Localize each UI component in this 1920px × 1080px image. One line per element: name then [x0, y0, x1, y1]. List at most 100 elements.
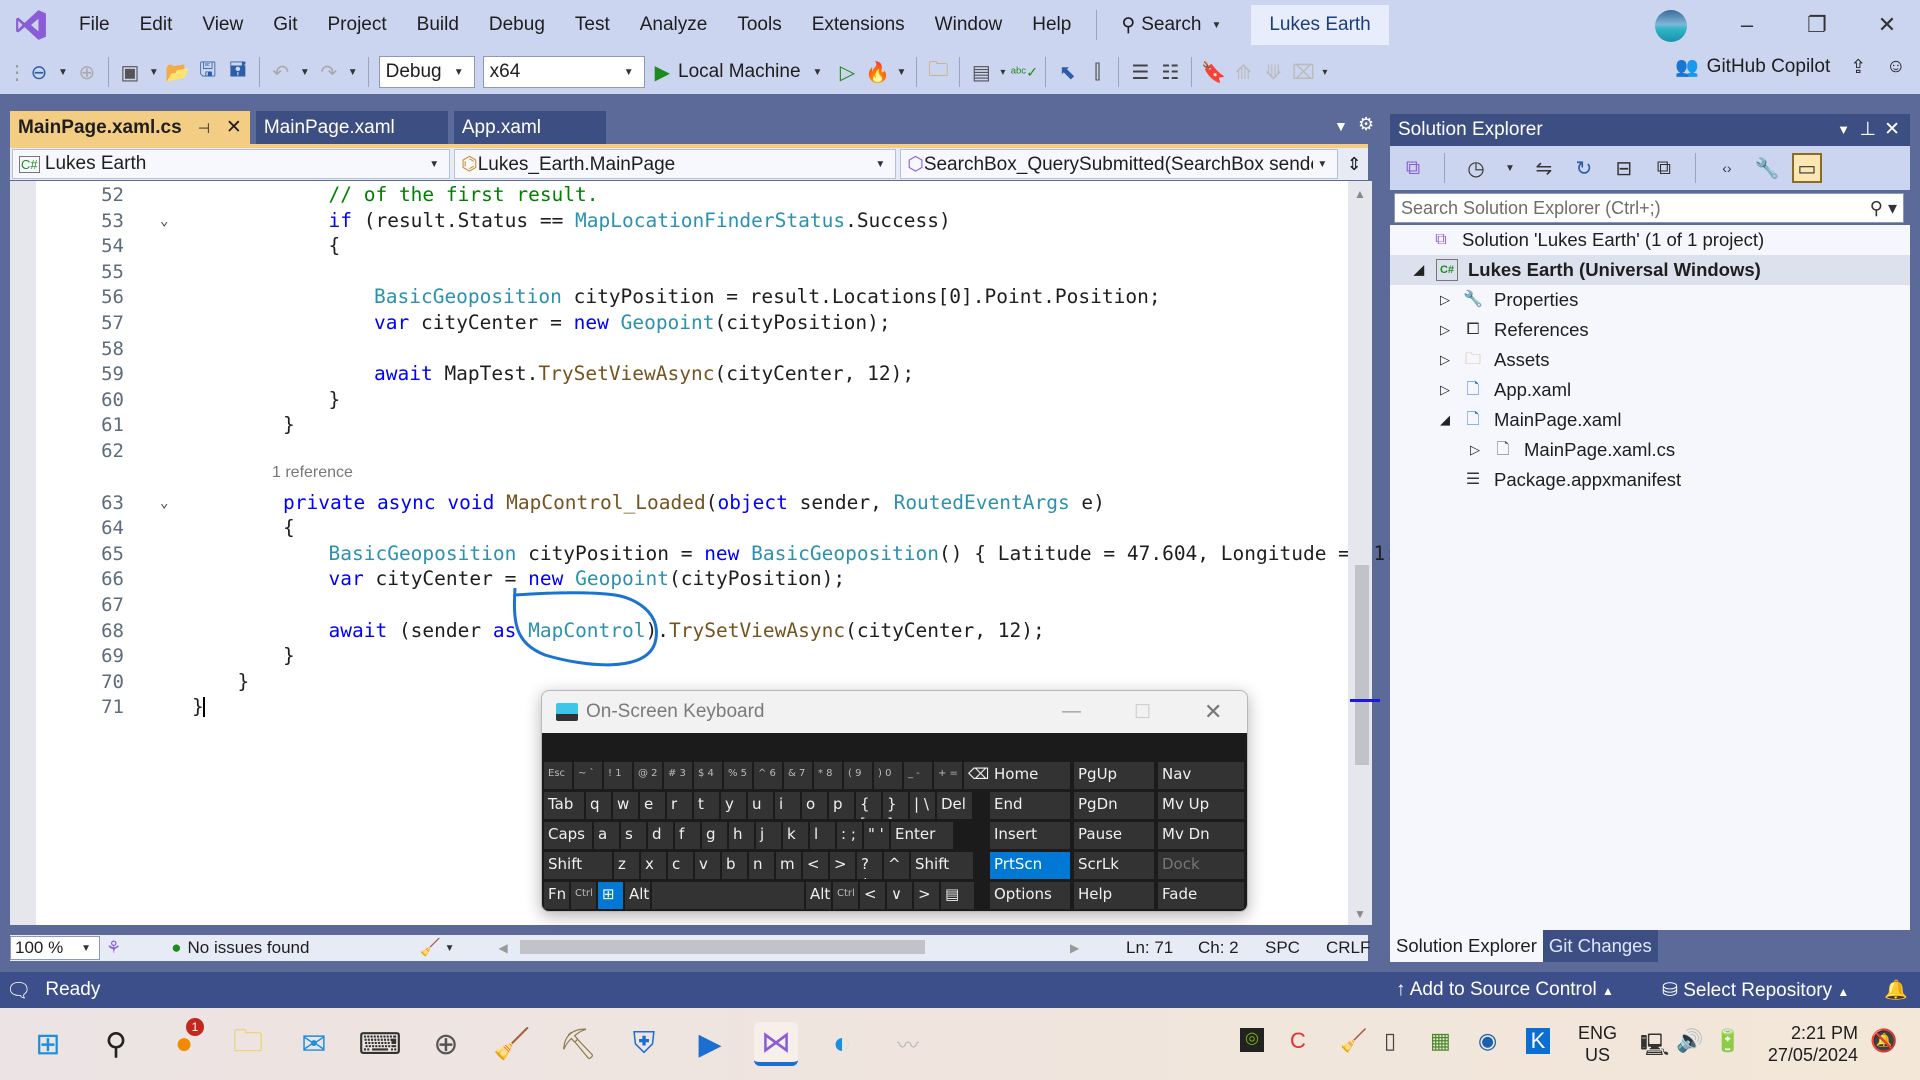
configuration-dropdown[interactable]: Debug ▼: [378, 56, 475, 88]
expander-icon[interactable]: ▷: [1438, 285, 1452, 315]
key[interactable]: j: [756, 822, 781, 849]
split-editor-icon[interactable]: ⇕: [1342, 154, 1366, 175]
battery-icon[interactable]: 🔋: [1714, 1028, 1741, 1054]
find-in-files-icon[interactable]: 🗀: [923, 57, 953, 87]
chevron-down-icon[interactable]: ▾: [1322, 67, 1327, 78]
scroll-right-icon[interactable]: ▶: [1070, 941, 1079, 955]
menu-build[interactable]: Build: [402, 0, 474, 50]
code-line[interactable]: 62: [10, 438, 1346, 464]
select-element-icon[interactable]: ⬉: [1052, 57, 1082, 87]
tab-list-dropdown-icon[interactable]: ▼: [1334, 118, 1348, 134]
visual-studio-taskbar-icon[interactable]: ⋈: [754, 1022, 798, 1066]
horizontal-scroll-thumb[interactable]: [520, 940, 925, 954]
save-icon[interactable]: 🖫: [193, 57, 223, 87]
bookmark-icon[interactable]: 🔖: [1198, 57, 1228, 87]
view-code-icon[interactable]: ‹›: [1712, 153, 1742, 183]
code-line[interactable]: 58: [10, 336, 1346, 362]
gear-icon[interactable]: ⚙: [1358, 114, 1374, 135]
osk-maximize-button[interactable]: ☐: [1134, 701, 1151, 724]
key[interactable]: # 3: [664, 762, 692, 789]
expander-icon[interactable]: ▷: [1438, 345, 1452, 375]
key[interactable]: y: [721, 792, 746, 819]
redo-icon[interactable]: ↷: [314, 57, 344, 87]
usb-icon[interactable]: ▯: [1384, 1028, 1396, 1054]
zoom-dropdown[interactable]: 100 % ▼: [10, 936, 100, 960]
key[interactable]: a: [594, 822, 619, 849]
chevron-down-icon[interactable]: ▾: [1000, 67, 1005, 78]
menu-project[interactable]: Project: [313, 0, 402, 50]
audio-app-icon[interactable]: 〰: [886, 1022, 930, 1066]
issues-status[interactable]: No issues found: [188, 938, 310, 958]
codelens-references[interactable]: 1 reference: [272, 464, 353, 482]
window-position-icon[interactable]: ▼: [1837, 114, 1850, 146]
collapse-all-icon[interactable]: ⊟: [1609, 153, 1639, 183]
magnifier-icon[interactable]: ⊕: [424, 1022, 468, 1066]
key[interactable]: ) 0: [874, 762, 902, 789]
tree-item[interactable]: ☰ Package.appxmanifest: [1438, 465, 1681, 495]
key[interactable]: ⊞: [598, 882, 623, 909]
key[interactable]: e: [640, 792, 665, 819]
menu-git[interactable]: Git: [258, 0, 312, 50]
chevron-down-icon[interactable]: ▼: [445, 943, 455, 954]
spell-check-icon[interactable]: ᵃᵇᶜ✓: [1009, 57, 1039, 87]
key[interactable]: < ,: [803, 852, 828, 879]
edge-browser-icon[interactable]: ◐: [820, 1022, 864, 1066]
osk-minimize-button[interactable]: —: [1062, 701, 1081, 723]
chevron-down-icon[interactable]: ▼: [348, 67, 358, 78]
code-line[interactable]: 59 await MapTest.TrySetViewAsync(cityCent…: [10, 361, 1346, 387]
tab-git-changes[interactable]: Git Changes: [1542, 930, 1658, 962]
key[interactable]: Shift: [911, 852, 973, 879]
key[interactable]: $ 4: [694, 762, 722, 789]
nav-key[interactable]: End: [990, 792, 1070, 819]
outdent-icon[interactable]: ☷: [1155, 57, 1185, 87]
key[interactable]: i: [775, 792, 800, 819]
tab-app-xaml[interactable]: App.xaml: [453, 111, 606, 145]
vertical-scrollbar[interactable]: ▲ ▼: [1348, 181, 1372, 925]
browser-link-icon[interactable]: ▤: [966, 57, 996, 87]
key[interactable]: Caps: [544, 822, 592, 849]
tree-item[interactable]: ▷ 🗀 Assets: [1438, 345, 1550, 375]
key[interactable]: r: [667, 792, 692, 819]
tab-solution-explorer[interactable]: Solution Explorer: [1390, 930, 1543, 962]
properties-wrench-icon[interactable]: 🔧: [1752, 153, 1782, 183]
search-icon[interactable]: ⚲: [94, 1022, 138, 1066]
key[interactable]: d: [648, 822, 673, 849]
key[interactable]: >: [914, 882, 939, 909]
notifications-bell-icon[interactable]: 🔔: [1884, 978, 1908, 1002]
indent-icon[interactable]: ☰: [1125, 57, 1155, 87]
key[interactable]: | \: [910, 792, 935, 819]
show-all-files-icon[interactable]: ⧉: [1649, 153, 1679, 183]
member-dropdown[interactable]: ⬡SearchBox_QuerySubmitted(SearchBox send…: [900, 149, 1339, 179]
select-repository-button[interactable]: ⛁ Select Repository ▲: [1662, 979, 1849, 1002]
pin-icon[interactable]: ⊥: [1859, 114, 1876, 146]
key[interactable]: m: [776, 852, 801, 879]
new-project-icon[interactable]: ▣: [115, 57, 145, 87]
add-to-source-control-button[interactable]: ↑ Add to Source Control ▲: [1396, 979, 1614, 1001]
menu-file[interactable]: File: [64, 0, 125, 50]
fold-chevron-icon[interactable]: ⌄: [160, 490, 168, 516]
preview-selected-items-icon[interactable]: ▭: [1791, 153, 1822, 183]
pin-icon[interactable]: ⊣: [198, 111, 210, 145]
key[interactable]: u: [748, 792, 773, 819]
k-app-icon[interactable]: K: [1526, 1028, 1550, 1054]
close-tab-icon[interactable]: ✕: [226, 111, 242, 145]
key[interactable]: & 7: [784, 762, 812, 789]
clock[interactable]: 2:21 PM 27/05/2024: [1760, 1022, 1858, 1066]
ccleaner-icon[interactable]: C: [1290, 1028, 1306, 1054]
expander-icon[interactable]: ▷: [1438, 315, 1452, 345]
refresh-icon[interactable]: ↻: [1569, 153, 1599, 183]
code-line[interactable]: 69}: [10, 643, 1346, 669]
key[interactable]: <: [860, 882, 885, 909]
start-without-debugging-icon[interactable]: ▷: [832, 57, 862, 87]
intellicode-icon[interactable]: ⚘: [106, 938, 121, 958]
key[interactable]: Alt: [806, 882, 831, 909]
class-dropdown[interactable]: ⌬Lukes_Earth.MainPage ▼: [454, 149, 897, 179]
menu-window[interactable]: Window: [920, 0, 1018, 50]
sync-with-document-icon[interactable]: ⇋: [1529, 153, 1559, 183]
chevron-down-icon[interactable]: ▼: [58, 67, 68, 78]
key[interactable]: x: [641, 852, 666, 879]
nav-key[interactable]: Mv Up: [1158, 792, 1244, 819]
navigate-back-icon[interactable]: ⊖: [24, 57, 54, 87]
minimize-button[interactable]: –: [1712, 0, 1782, 50]
menu-debug[interactable]: Debug: [474, 0, 560, 50]
